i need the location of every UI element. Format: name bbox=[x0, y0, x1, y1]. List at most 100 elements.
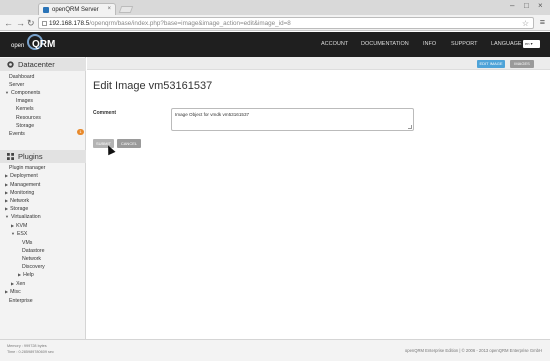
sidebar-item-events[interactable]: Events bbox=[9, 131, 25, 137]
events-count-badge: 1 bbox=[77, 129, 84, 135]
browser-menu-icon[interactable]: ≡ bbox=[540, 18, 545, 27]
expanded-triangle-icon: ▼ bbox=[5, 214, 9, 219]
sidebar-item-plugin-manager[interactable]: Plugin manager bbox=[9, 165, 45, 171]
sidebar: Datacenter Dashboard Server ▼ Components … bbox=[0, 57, 86, 339]
sidebar-item-vms[interactable]: VMs bbox=[22, 240, 32, 246]
sidebar-item-label: Network bbox=[10, 198, 30, 204]
expanded-triangle-icon: ▼ bbox=[5, 90, 9, 95]
sidebar-item-storage-plugin[interactable]: ▶ Storage bbox=[5, 206, 28, 212]
collapsed-triangle-icon: ▶ bbox=[11, 281, 15, 286]
page-icon bbox=[42, 21, 47, 26]
sidebar-item-label: Components bbox=[10, 90, 41, 96]
favicon-icon bbox=[43, 6, 49, 13]
url-host: 192.168.178.5 bbox=[49, 20, 90, 27]
datacenter-header[interactable]: Datacenter bbox=[0, 58, 86, 71]
sidebar-item-network[interactable]: ▶ Network bbox=[5, 198, 29, 204]
sidebar-item-esx[interactable]: ▼ ESX bbox=[11, 231, 27, 237]
sidebar-item-monitoring[interactable]: ▶ Monitoring bbox=[5, 190, 34, 196]
page-title: Edit Image vm53161537 bbox=[93, 80, 213, 92]
sidebar-item-label: Storage bbox=[10, 206, 29, 212]
sidebar-item-discovery[interactable]: Discovery bbox=[22, 264, 45, 270]
sidebar-item-deployment[interactable]: ▶ Deployment bbox=[5, 173, 38, 179]
sidebar-item-xen[interactable]: ▶ Xen bbox=[11, 281, 25, 287]
url-path: /openqrm/base/index.php?base=image&image… bbox=[89, 20, 291, 27]
plugins-title: Plugins bbox=[18, 152, 43, 161]
language-value: en bbox=[525, 41, 530, 46]
address-bar[interactable]: 192.168.178.5/openqrm/base/index.php?bas… bbox=[38, 17, 534, 29]
new-tab-button[interactable] bbox=[118, 6, 134, 13]
browser-tab-strip: openQRM Server × – □ × bbox=[0, 0, 550, 15]
sidebar-item-label: KVM bbox=[16, 223, 28, 229]
language-select[interactable]: en ▾ bbox=[523, 40, 540, 48]
top-navigation: open QRM ACCOUNT DOCUMENTATION INFO SUPP… bbox=[0, 32, 550, 57]
sidebar-item-label: ESX bbox=[16, 231, 28, 237]
sidebar-item-esx-network[interactable]: Network bbox=[22, 256, 41, 262]
comment-textarea[interactable]: Image Object for vmdk vm53161537 bbox=[171, 108, 414, 131]
window-close-icon[interactable]: × bbox=[538, 2, 543, 10]
sidebar-item-components[interactable]: ▼ Components bbox=[5, 90, 40, 96]
collapsed-triangle-icon: ▶ bbox=[5, 190, 9, 195]
logo-prefix: open bbox=[11, 43, 25, 49]
images-button[interactable]: IMAGES bbox=[510, 60, 534, 68]
sidebar-item-dashboard[interactable]: Dashboard bbox=[9, 74, 34, 80]
sidebar-item-label: Virtualization bbox=[10, 214, 41, 220]
datacenter-icon bbox=[7, 61, 14, 68]
resize-handle-icon[interactable] bbox=[408, 125, 412, 129]
sidebar-item-label: Deployment bbox=[10, 173, 38, 179]
plugins-grid-icon bbox=[7, 153, 14, 160]
nav-account[interactable]: ACCOUNT bbox=[321, 41, 348, 47]
sidebar-item-label: Monitoring bbox=[10, 190, 35, 196]
sidebar-item-server[interactable]: Server bbox=[9, 82, 24, 88]
sidebar-item-label: Management bbox=[10, 182, 41, 188]
nav-info[interactable]: INFO bbox=[423, 41, 436, 47]
nav-support[interactable]: SUPPORT bbox=[451, 41, 478, 47]
collapsed-triangle-icon: ▶ bbox=[5, 173, 9, 178]
sidebar-item-label: Misc bbox=[10, 289, 21, 295]
footer: Memory : 999728 bytes Time : 0.285989780… bbox=[0, 339, 550, 361]
nav-documentation[interactable]: DOCUMENTATION bbox=[361, 41, 409, 47]
sidebar-item-label: Help bbox=[23, 272, 34, 278]
collapsed-triangle-icon: ▶ bbox=[5, 289, 9, 294]
collapsed-triangle-icon: ▶ bbox=[11, 223, 15, 228]
content-control-bar: EDIT IMAGE IMAGES bbox=[87, 57, 550, 70]
bookmark-star-icon[interactable]: ☆ bbox=[522, 18, 529, 29]
forward-icon[interactable]: → bbox=[16, 18, 25, 28]
edit-image-button[interactable]: EDIT IMAGE bbox=[477, 60, 505, 68]
sidebar-item-resources[interactable]: Resources bbox=[16, 115, 41, 121]
openqrm-logo[interactable]: open QRM bbox=[10, 34, 56, 54]
maximize-icon[interactable]: □ bbox=[524, 2, 529, 10]
minimize-icon[interactable]: – bbox=[510, 2, 514, 10]
main-content: Edit Image vm53161537 Comment Image Obje… bbox=[87, 70, 550, 339]
comment-value: Image Object for vmdk vm53161537 bbox=[175, 112, 250, 117]
expanded-triangle-icon: ▼ bbox=[11, 231, 15, 236]
nav-language-label: LANGUAGE bbox=[491, 41, 522, 47]
collapsed-triangle-icon: ▶ bbox=[5, 182, 9, 187]
sidebar-item-label: Xen bbox=[16, 281, 26, 287]
sidebar-item-help[interactable]: ▶ Help bbox=[18, 272, 34, 278]
sidebar-item-kernels[interactable]: Kernels bbox=[16, 106, 34, 112]
browser-toolbar: ← → ↻ 192.168.178.5/openqrm/base/index.p… bbox=[0, 15, 550, 31]
memory-usage: Memory : 999728 bytes bbox=[7, 344, 47, 348]
comment-label: Comment bbox=[93, 110, 117, 116]
back-icon[interactable]: ← bbox=[4, 18, 13, 28]
logo-mark: QRM bbox=[32, 39, 56, 50]
browser-tab-title: openQRM Server bbox=[52, 6, 99, 13]
reload-icon[interactable]: ↻ bbox=[27, 18, 35, 28]
collapsed-triangle-icon: ▶ bbox=[5, 198, 9, 203]
close-tab-icon[interactable]: × bbox=[107, 6, 111, 12]
sidebar-item-misc[interactable]: ▶ Misc bbox=[5, 289, 21, 295]
sidebar-item-virtualization[interactable]: ▼ Virtualization bbox=[5, 214, 41, 220]
cancel-button[interactable]: CANCEL bbox=[117, 139, 141, 148]
collapsed-triangle-icon: ▶ bbox=[5, 206, 9, 211]
sidebar-item-datastore[interactable]: Datastore bbox=[22, 248, 45, 254]
browser-tab[interactable]: openQRM Server × bbox=[38, 3, 116, 15]
sidebar-item-management[interactable]: ▶ Management bbox=[5, 182, 40, 188]
sidebar-item-images[interactable]: Images bbox=[16, 98, 33, 104]
datacenter-title: Datacenter bbox=[18, 60, 55, 69]
plugins-header[interactable]: Plugins bbox=[0, 150, 86, 163]
sidebar-item-enterprise[interactable]: Enterprise bbox=[9, 298, 33, 304]
sidebar-item-kvm[interactable]: ▶ KVM bbox=[11, 223, 27, 229]
collapsed-triangle-icon: ▶ bbox=[18, 272, 22, 277]
copyright: openQRM Enterprise Edition | © 2006 - 20… bbox=[404, 348, 542, 353]
sidebar-item-storage[interactable]: Storage bbox=[16, 123, 34, 129]
